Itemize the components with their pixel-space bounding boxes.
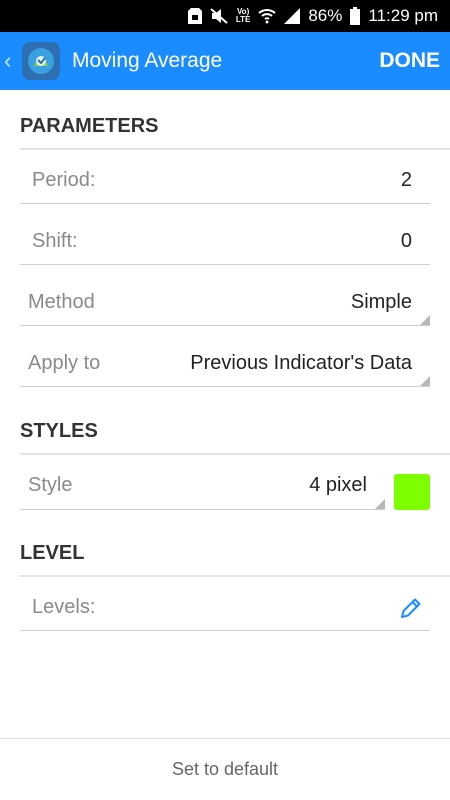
style-value: 4 pixel	[309, 474, 367, 496]
wifi-icon	[258, 6, 277, 26]
done-button[interactable]: DONE	[379, 43, 440, 79]
volte-icon: Vo) LTE	[235, 7, 251, 24]
clock: 11:29 pm	[368, 6, 438, 25]
dropdown-corner-icon	[420, 376, 430, 386]
status-bar: Vo) LTE 86% 11:29 pm	[0, 0, 450, 32]
period-field[interactable]: Period: 2	[20, 158, 430, 204]
sd-card-icon	[187, 6, 202, 26]
apply-to-value: Previous Indicator's Data	[190, 352, 412, 374]
shift-value[interactable]: 0	[401, 230, 430, 253]
pencil-icon[interactable]	[398, 595, 424, 621]
method-label: Method	[28, 291, 95, 313]
period-value[interactable]: 2	[401, 169, 430, 192]
mute-icon	[210, 6, 228, 26]
style-select[interactable]: Style 4 pixel	[20, 462, 385, 510]
level-header: LEVEL	[20, 542, 450, 577]
back-chevron-icon[interactable]: ‹	[4, 50, 20, 72]
set-to-default-label: Set to default	[171, 759, 279, 779]
metatrader-logo-icon	[28, 48, 54, 74]
shift-label: Shift:	[32, 230, 78, 252]
levels-label: Levels:	[32, 596, 96, 618]
color-swatch[interactable]	[394, 474, 430, 510]
apply-to-select[interactable]: Apply to Previous Indicator's Data	[20, 341, 430, 387]
style-label: Style	[28, 474, 73, 496]
levels-row[interactable]: Levels:	[20, 585, 430, 631]
method-value: Simple	[350, 291, 412, 313]
page-title: Moving Average	[72, 49, 223, 72]
method-select[interactable]: Method Simple	[20, 280, 430, 326]
signal-icon	[284, 6, 301, 26]
period-label: Period:	[32, 169, 96, 191]
dropdown-corner-icon	[375, 499, 385, 509]
styles-header: STYLES	[20, 420, 450, 455]
apply-to-label: Apply to	[28, 352, 101, 374]
app-logo[interactable]	[22, 42, 60, 80]
app-bar: ‹ Moving Average DONE	[0, 32, 450, 90]
dropdown-corner-icon	[420, 315, 430, 325]
set-to-default-button[interactable]: Set to default	[0, 738, 450, 800]
parameters-header: PARAMETERS	[20, 115, 450, 150]
shift-field[interactable]: Shift: 0	[20, 219, 430, 265]
battery-icon	[350, 6, 361, 26]
battery-percent: 86%	[308, 6, 343, 25]
